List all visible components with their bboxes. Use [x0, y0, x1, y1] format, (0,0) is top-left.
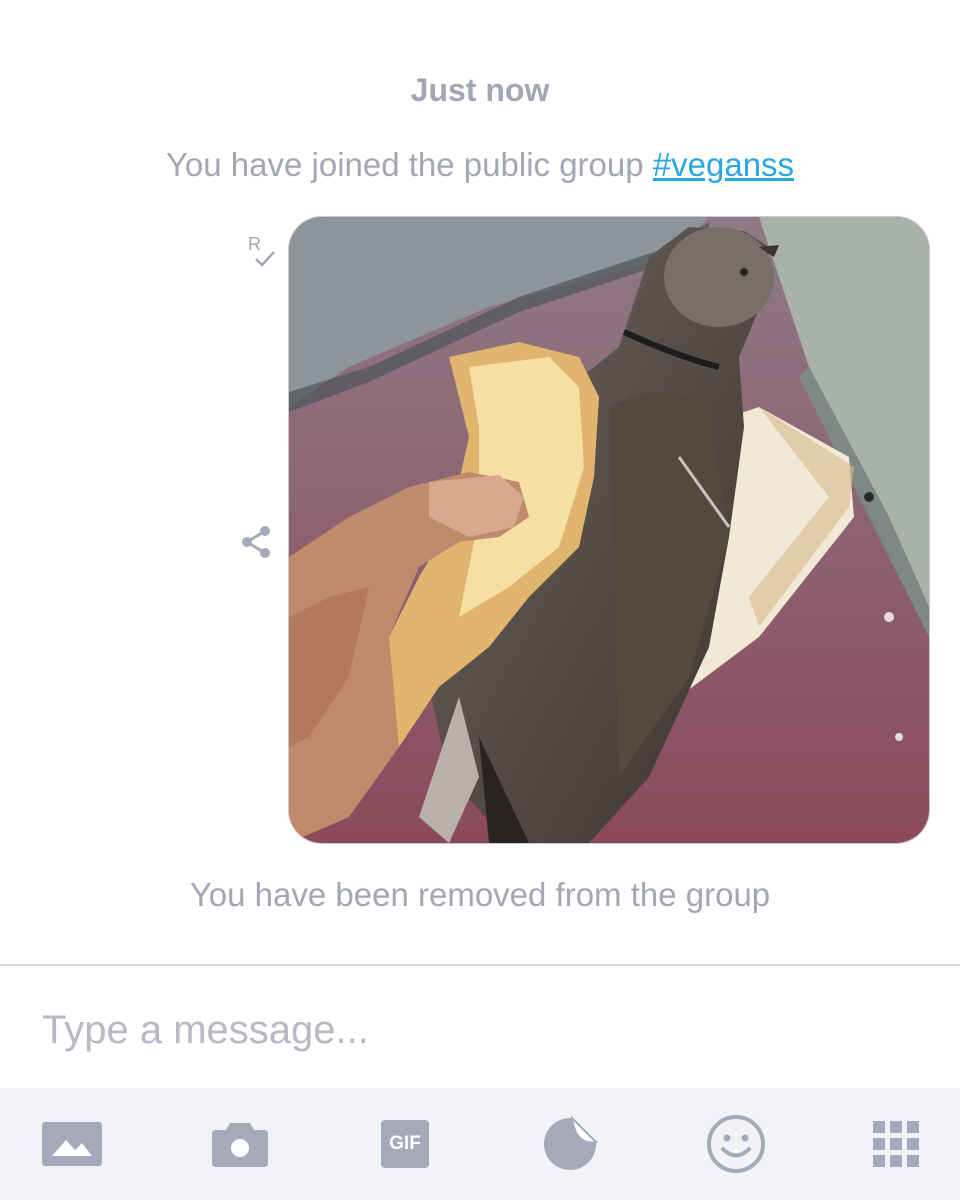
image-message[interactable]	[288, 216, 930, 844]
gif-button[interactable]: GIF	[380, 1088, 430, 1200]
message-timestamp: Just now	[410, 72, 550, 108]
sticker-button[interactable]	[540, 1088, 600, 1200]
camera-icon	[212, 1123, 268, 1167]
emoji-icon	[707, 1115, 765, 1173]
apps-grid-icon	[873, 1121, 919, 1167]
image-gallery-icon	[42, 1122, 102, 1166]
message-composer	[0, 966, 960, 1088]
composer-toolbar: GIF	[0, 1088, 960, 1200]
share-icon[interactable]	[238, 524, 274, 560]
camera-button[interactable]	[210, 1088, 270, 1200]
sticker-icon	[544, 1116, 598, 1170]
image-gallery-button[interactable]	[40, 1088, 104, 1200]
read-receipt-letter: R	[248, 234, 261, 254]
system-message-removed: You have been removed from the group	[189, 876, 771, 913]
group-hashtag-link[interactable]: #veganss	[653, 146, 794, 183]
photo-pigeon-sandwich	[289, 217, 929, 843]
message-input[interactable]	[40, 1004, 904, 1056]
read-receipt-icon: R	[244, 234, 280, 274]
system-message-joined: You have joined the public group #vegans…	[0, 146, 960, 184]
apps-button[interactable]	[872, 1088, 920, 1200]
gif-icon: GIF	[381, 1120, 429, 1168]
emoji-button[interactable]	[704, 1088, 768, 1200]
joined-text: You have joined the public group	[165, 146, 653, 183]
